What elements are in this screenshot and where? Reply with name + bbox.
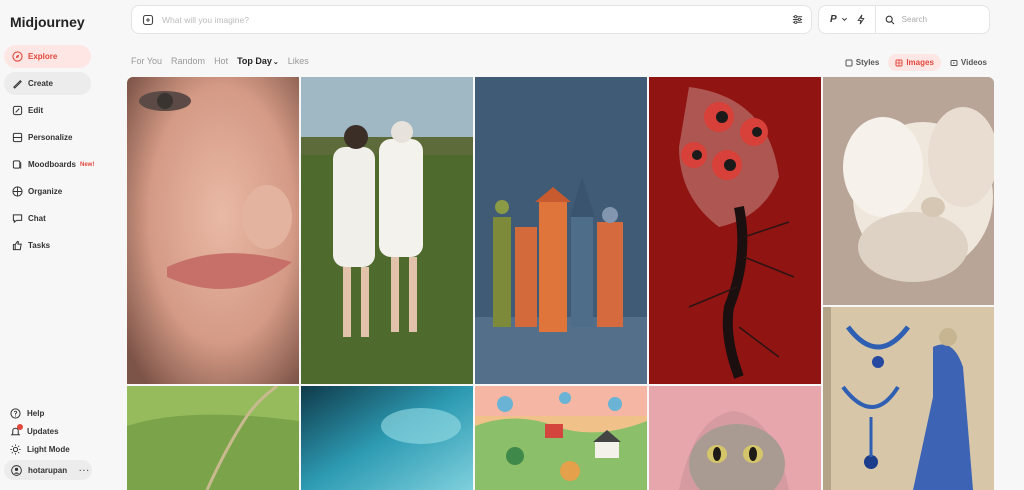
username: hotarupan: [28, 465, 68, 475]
new-badge: New!: [80, 161, 95, 168]
videos-label: Videos: [960, 58, 987, 67]
light-mode-button[interactable]: Light Mode: [10, 440, 110, 458]
sidebar-item-personalize[interactable]: Personalize: [4, 126, 91, 149]
grid-icon: [12, 186, 23, 197]
sidebar-nav: Explore Create Edit Personalize Moodboar…: [4, 45, 95, 261]
sidebar-item-chat[interactable]: Chat: [4, 207, 91, 230]
top-tools: P: [818, 5, 990, 34]
sidebar-bottom-nav: Help Updates Light Mode: [10, 404, 110, 458]
tab-likes[interactable]: Likes: [288, 56, 309, 66]
images-button[interactable]: Images: [888, 54, 941, 71]
help-button[interactable]: Help: [10, 404, 110, 422]
updates-label: Updates: [27, 426, 59, 436]
styles-button[interactable]: Styles: [838, 54, 887, 71]
personalize-icon: [12, 132, 23, 143]
videos-icon: [950, 59, 958, 66]
image-tile-golf-women[interactable]: [301, 77, 473, 384]
media-type-filter: Styles Images Videos: [836, 54, 994, 71]
sidebar: Midjourney Explore Create Edit Personali…: [0, 0, 120, 490]
image-tile-folk-village[interactable]: [475, 386, 647, 490]
sidebar-item-create[interactable]: Create: [4, 72, 91, 95]
lightning-icon[interactable]: [856, 14, 866, 25]
tab-for-you[interactable]: For You: [131, 56, 162, 66]
brush-icon: [12, 78, 23, 89]
tab-top-day[interactable]: Top Day⌄: [237, 56, 279, 66]
tab-random[interactable]: Random: [171, 56, 205, 66]
image-tile-white-flower[interactable]: [823, 77, 994, 305]
sidebar-item-moodboards[interactable]: Moodboards New!: [4, 153, 95, 176]
sun-icon: [10, 443, 21, 455]
app-logo[interactable]: Midjourney: [10, 14, 85, 30]
images-icon: [895, 59, 903, 66]
sidebar-item-edit[interactable]: Edit: [4, 99, 91, 122]
help-label: Help: [27, 408, 45, 418]
edit-icon: [12, 105, 23, 116]
avatar: [11, 464, 22, 476]
image-tile-blue-water[interactable]: [301, 386, 473, 490]
tab-top-day-label: Top Day: [237, 56, 272, 66]
sidebar-item-label: Edit: [28, 106, 44, 115]
updates-button[interactable]: Updates: [10, 422, 110, 440]
styles-label: Styles: [855, 58, 880, 67]
personalization-button[interactable]: P: [830, 14, 837, 25]
sidebar-item-label: Explore: [28, 52, 58, 61]
sidebar-item-label: Moodboards: [28, 160, 76, 169]
chevron-down-icon: ⌄: [272, 59, 279, 66]
image-tile-eyeball-creature[interactable]: [649, 77, 821, 384]
moodboard-icon: [12, 159, 23, 170]
help-icon: [10, 407, 21, 419]
videos-button[interactable]: Videos: [943, 54, 994, 71]
compass-icon: [12, 51, 23, 62]
image-tile-face-closeup[interactable]: [127, 77, 299, 384]
image-tile-jewelry-sketch[interactable]: [823, 307, 994, 490]
settings-sliders-icon[interactable]: [792, 14, 803, 25]
image-prompt-icon[interactable]: [142, 14, 154, 26]
chevron-down-icon[interactable]: [841, 16, 848, 23]
image-tile-figurines[interactable]: [475, 77, 647, 384]
more-options-icon[interactable]: ···: [79, 466, 90, 475]
bell-icon: [10, 423, 23, 437]
thumbs-up-icon: [12, 240, 23, 251]
styles-icon: [845, 59, 853, 66]
light-mode-label: Light Mode: [27, 444, 70, 454]
image-tile-cat-peeking[interactable]: [649, 386, 821, 490]
notification-dot: [17, 423, 23, 430]
prompt-bar: [131, 5, 812, 34]
sidebar-item-label: Chat: [28, 214, 46, 223]
search-input[interactable]: [901, 15, 982, 24]
sidebar-item-label: Create: [28, 79, 53, 88]
sidebar-item-explore[interactable]: Explore: [4, 45, 91, 68]
divider: [874, 5, 876, 34]
prompt-input[interactable]: [162, 14, 782, 25]
tab-hot[interactable]: Hot: [214, 56, 228, 66]
sidebar-item-label: Organize: [28, 187, 63, 196]
sidebar-item-label: Personalize: [28, 133, 73, 142]
chat-icon: [12, 213, 23, 224]
user-menu[interactable]: hotarupan ···: [4, 460, 92, 480]
sidebar-item-tasks[interactable]: Tasks: [4, 234, 91, 257]
images-label: Images: [906, 58, 934, 67]
search-icon: [885, 15, 895, 24]
sidebar-item-label: Tasks: [28, 241, 51, 250]
feed-tabs: For You Random Hot Top Day⌄ Likes: [131, 56, 318, 66]
image-grid: [127, 77, 994, 490]
sidebar-item-organize[interactable]: Organize: [4, 180, 91, 203]
image-tile-green-hills[interactable]: [127, 386, 299, 490]
